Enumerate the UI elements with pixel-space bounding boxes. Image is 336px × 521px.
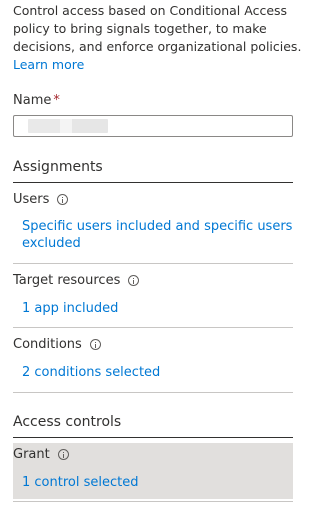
intro-line-3: decisions, and enforce organizational po… bbox=[13, 39, 302, 54]
users-row-label: Users bbox=[13, 192, 69, 207]
info-icon[interactable] bbox=[128, 275, 140, 286]
users-label: Users bbox=[13, 192, 50, 207]
grant-row-label: Grant bbox=[13, 447, 69, 462]
access-controls-header: Access controls bbox=[13, 414, 122, 430]
conditions-link[interactable]: 2 conditions selected bbox=[22, 364, 160, 381]
conditions-label: Conditions bbox=[13, 337, 82, 352]
target-resources-row-label: Target resources bbox=[13, 273, 140, 288]
grant-link[interactable]: 1 control selected bbox=[22, 474, 138, 491]
target-resources-divider bbox=[13, 327, 293, 328]
intro-line-1: Control access based on Conditional Acce… bbox=[13, 3, 288, 18]
users-selection-link[interactable]: Specific users included and specific use… bbox=[22, 218, 292, 252]
required-asterisk: * bbox=[53, 93, 60, 108]
name-label-text: Name bbox=[13, 93, 52, 108]
name-label: Name * bbox=[13, 93, 60, 108]
target-resources-link[interactable]: 1 app included bbox=[22, 300, 118, 317]
conditions-row-label: Conditions bbox=[13, 337, 101, 352]
assignments-divider bbox=[13, 182, 293, 183]
intro-text: Control access based on Conditional Acce… bbox=[13, 2, 302, 74]
users-divider bbox=[13, 263, 293, 264]
grant-divider bbox=[13, 501, 293, 502]
name-input[interactable] bbox=[13, 115, 293, 137]
intro-line-2: policy to bring signals together, to mak… bbox=[13, 21, 267, 36]
target-resources-label: Target resources bbox=[13, 273, 121, 288]
grant-label: Grant bbox=[13, 447, 50, 462]
grant-row[interactable]: Grant 1 control selected bbox=[13, 443, 293, 499]
users-link-line-1: Specific users included and specific use… bbox=[22, 219, 293, 234]
info-icon[interactable] bbox=[89, 339, 101, 350]
assignments-header: Assignments bbox=[13, 159, 103, 175]
users-link-line-2: excluded bbox=[22, 236, 81, 251]
redacted-name-value bbox=[28, 119, 108, 133]
info-icon[interactable] bbox=[57, 194, 69, 205]
info-icon[interactable] bbox=[57, 449, 69, 460]
conditions-divider bbox=[13, 392, 293, 393]
access-controls-divider bbox=[13, 437, 293, 438]
learn-more-link[interactable]: Learn more bbox=[13, 57, 84, 72]
